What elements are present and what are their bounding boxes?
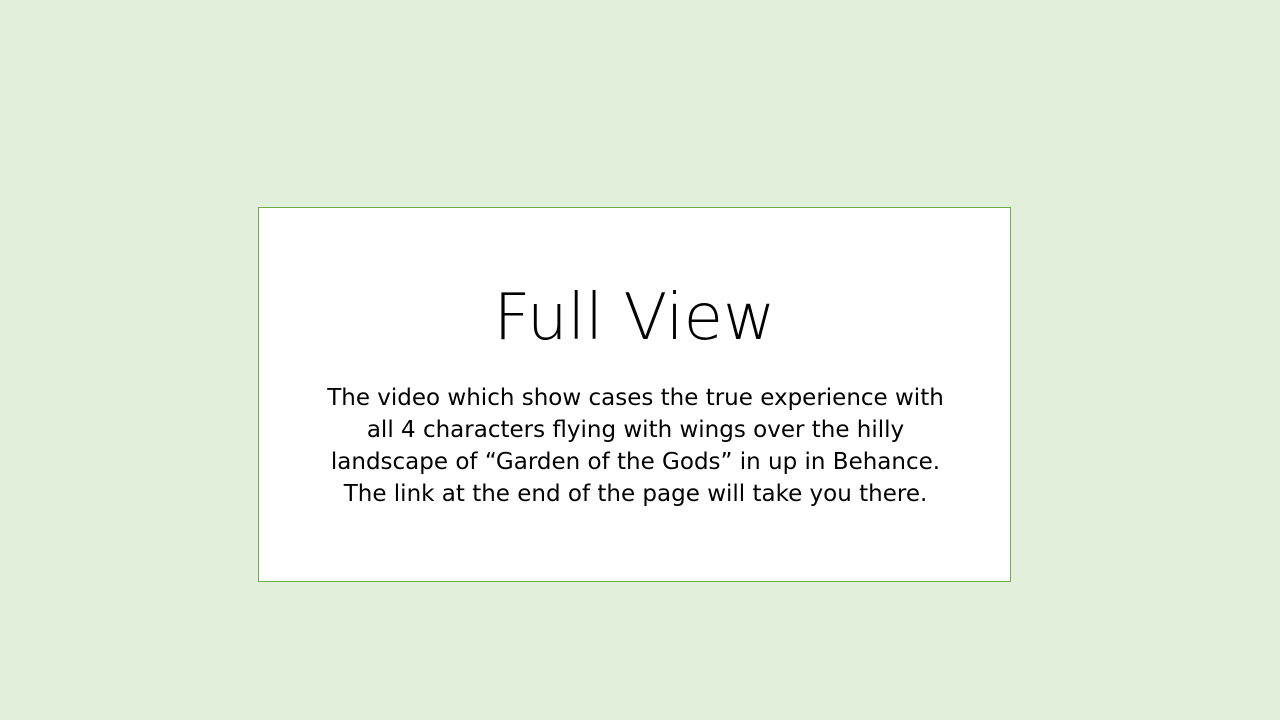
slide-title: Full View <box>493 281 776 355</box>
body-line-1: The video which show cases the true expe… <box>327 385 944 411</box>
body-line-4: The link at the end of the page will tak… <box>343 481 928 507</box>
content-box: Full View The video which show cases the… <box>258 207 1011 582</box>
slide: Full View The video which show cases the… <box>0 0 1280 720</box>
body-line-3: landscape of “Garden of the Gods” in up … <box>330 449 941 475</box>
slide-body: The video which show cases the true expe… <box>319 382 952 510</box>
body-line-2: all 4 characters flying with wings over … <box>366 417 905 443</box>
